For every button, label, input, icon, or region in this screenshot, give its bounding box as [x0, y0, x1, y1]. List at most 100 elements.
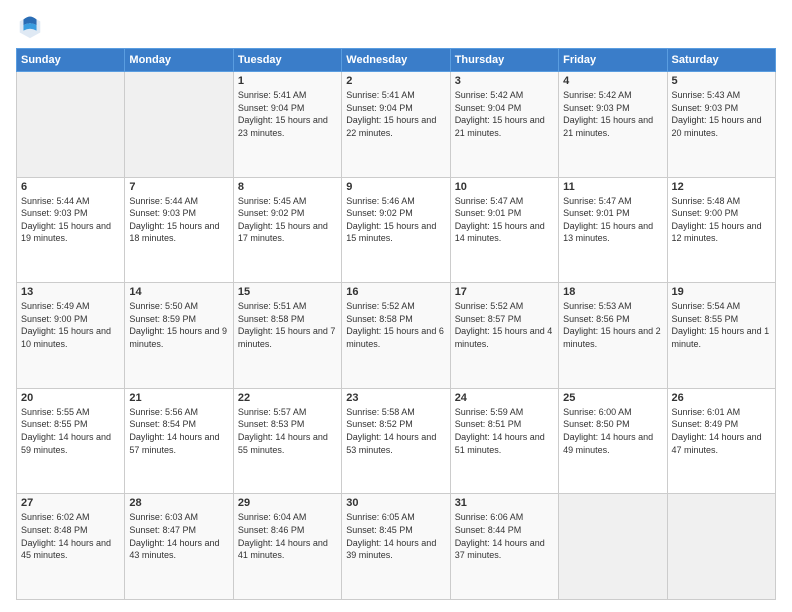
day-number: 6: [21, 181, 120, 193]
calendar-cell: 17Sunrise: 5:52 AMSunset: 8:57 PMDayligh…: [450, 283, 558, 389]
day-number: 14: [129, 286, 228, 298]
day-number: 3: [455, 75, 554, 87]
cell-info: Sunrise: 5:57 AMSunset: 8:53 PMDaylight:…: [238, 406, 337, 456]
day-number: 21: [129, 392, 228, 404]
day-number: 16: [346, 286, 445, 298]
day-number: 7: [129, 181, 228, 193]
cell-info: Sunrise: 5:48 AMSunset: 9:00 PMDaylight:…: [672, 195, 771, 245]
calendar-weekday-tuesday: Tuesday: [233, 49, 341, 72]
day-number: 30: [346, 497, 445, 509]
calendar-week-3: 13 Sunrise: 5:49 AMSunset: 9:00 PMDayligh…: [17, 283, 776, 389]
calendar-cell: [17, 72, 125, 178]
calendar-week-1: 1 Sunrise: 5:41 AMSunset: 9:04 PMDaylight…: [17, 72, 776, 178]
cell-info: Sunrise: 5:41 AMSunset: 9:04 PMDaylight:…: [238, 89, 337, 139]
cell-info: Sunrise: 6:02 AMSunset: 8:48 PMDaylight:…: [21, 511, 120, 561]
logo: [16, 12, 48, 40]
calendar-cell: 4Sunrise: 5:42 AMSunset: 9:03 PMDaylight…: [559, 72, 667, 178]
cell-info: Sunrise: 5:42 AMSunset: 9:03 PMDaylight:…: [563, 89, 662, 139]
calendar-weekday-friday: Friday: [559, 49, 667, 72]
calendar-weekday-wednesday: Wednesday: [342, 49, 450, 72]
calendar-cell: [667, 494, 775, 600]
day-number: 26: [672, 392, 771, 404]
calendar-cell: 16 Sunrise: 5:52 AMSunset: 8:58 PMDayligh…: [342, 283, 450, 389]
day-number: 25: [563, 392, 662, 404]
cell-info: Sunrise: 5:42 AMSunset: 9:04 PMDaylight:…: [455, 89, 554, 139]
day-number: 17: [455, 286, 554, 298]
cell-info: Sunrise: 6:05 AMSunset: 8:45 PMDaylight:…: [346, 511, 445, 561]
cell-info: Sunrise: 5:49 AMSunset: 9:00 PMDaylight:…: [21, 300, 120, 350]
calendar-cell: 10 Sunrise: 5:47 AMSunset: 9:01 PMDayligh…: [450, 177, 558, 283]
calendar-weekday-saturday: Saturday: [667, 49, 775, 72]
calendar-week-2: 6 Sunrise: 5:44 AMSunset: 9:03 PMDaylight…: [17, 177, 776, 283]
day-number: 19: [672, 286, 771, 298]
day-number: 13: [21, 286, 120, 298]
calendar-cell: 26 Sunrise: 6:01 AMSunset: 8:49 PMDayligh…: [667, 388, 775, 494]
calendar-cell: 30 Sunrise: 6:05 AMSunset: 8:45 PMDayligh…: [342, 494, 450, 600]
calendar-cell: 12Sunrise: 5:48 AMSunset: 9:00 PMDayligh…: [667, 177, 775, 283]
calendar-cell: 5Sunrise: 5:43 AMSunset: 9:03 PMDaylight…: [667, 72, 775, 178]
cell-info: Sunrise: 5:44 AMSunset: 9:03 PMDaylight:…: [21, 195, 120, 245]
day-number: 9: [346, 181, 445, 193]
cell-info: Sunrise: 5:59 AMSunset: 8:51 PMDaylight:…: [455, 406, 554, 456]
calendar-week-5: 27 Sunrise: 6:02 AMSunset: 8:48 PMDayligh…: [17, 494, 776, 600]
day-number: 18: [563, 286, 662, 298]
calendar-cell: 7Sunrise: 5:44 AMSunset: 9:03 PMDaylight…: [125, 177, 233, 283]
cell-info: Sunrise: 6:06 AMSunset: 8:44 PMDaylight:…: [455, 511, 554, 561]
day-number: 11: [563, 181, 662, 193]
calendar-weekday-thursday: Thursday: [450, 49, 558, 72]
day-number: 10: [455, 181, 554, 193]
cell-info: Sunrise: 5:47 AMSunset: 9:01 PMDaylight:…: [563, 195, 662, 245]
calendar-cell: 14 Sunrise: 5:50 AMSunset: 8:59 PMDayligh…: [125, 283, 233, 389]
calendar-cell: [559, 494, 667, 600]
cell-info: Sunrise: 5:58 AMSunset: 8:52 PMDaylight:…: [346, 406, 445, 456]
day-number: 8: [238, 181, 337, 193]
header: [16, 12, 776, 40]
calendar-cell: 24 Sunrise: 5:59 AMSunset: 8:51 PMDayligh…: [450, 388, 558, 494]
cell-info: Sunrise: 5:56 AMSunset: 8:54 PMDaylight:…: [129, 406, 228, 456]
cell-info: Sunrise: 5:50 AMSunset: 8:59 PMDaylight:…: [129, 300, 228, 350]
day-number: 27: [21, 497, 120, 509]
day-number: 24: [455, 392, 554, 404]
day-number: 1: [238, 75, 337, 87]
calendar-cell: 31Sunrise: 6:06 AMSunset: 8:44 PMDayligh…: [450, 494, 558, 600]
cell-info: Sunrise: 5:47 AMSunset: 9:01 PMDaylight:…: [455, 195, 554, 245]
calendar-cell: 23 Sunrise: 5:58 AMSunset: 8:52 PMDayligh…: [342, 388, 450, 494]
page: SundayMondayTuesdayWednesdayThursdayFrid…: [0, 0, 792, 612]
day-number: 2: [346, 75, 445, 87]
calendar-cell: 22 Sunrise: 5:57 AMSunset: 8:53 PMDayligh…: [233, 388, 341, 494]
calendar-cell: 20 Sunrise: 5:55 AMSunset: 8:55 PMDayligh…: [17, 388, 125, 494]
cell-info: Sunrise: 5:51 AMSunset: 8:58 PMDaylight:…: [238, 300, 337, 350]
calendar-cell: 1 Sunrise: 5:41 AMSunset: 9:04 PMDaylight…: [233, 72, 341, 178]
calendar-cell: 15 Sunrise: 5:51 AMSunset: 8:58 PMDayligh…: [233, 283, 341, 389]
calendar-cell: 11 Sunrise: 5:47 AMSunset: 9:01 PMDayligh…: [559, 177, 667, 283]
day-number: 20: [21, 392, 120, 404]
day-number: 23: [346, 392, 445, 404]
calendar-week-4: 20 Sunrise: 5:55 AMSunset: 8:55 PMDayligh…: [17, 388, 776, 494]
day-number: 15: [238, 286, 337, 298]
cell-info: Sunrise: 6:01 AMSunset: 8:49 PMDaylight:…: [672, 406, 771, 456]
calendar-cell: 9 Sunrise: 5:46 AMSunset: 9:02 PMDaylight…: [342, 177, 450, 283]
calendar-cell: 29 Sunrise: 6:04 AMSunset: 8:46 PMDayligh…: [233, 494, 341, 600]
calendar-header-row: SundayMondayTuesdayWednesdayThursdayFrid…: [17, 49, 776, 72]
cell-info: Sunrise: 5:53 AMSunset: 8:56 PMDaylight:…: [563, 300, 662, 350]
logo-icon: [16, 12, 44, 40]
calendar-cell: 28Sunrise: 6:03 AMSunset: 8:47 PMDayligh…: [125, 494, 233, 600]
calendar-weekday-monday: Monday: [125, 49, 233, 72]
cell-info: Sunrise: 6:04 AMSunset: 8:46 PMDaylight:…: [238, 511, 337, 561]
calendar-cell: 21 Sunrise: 5:56 AMSunset: 8:54 PMDayligh…: [125, 388, 233, 494]
cell-info: Sunrise: 5:45 AMSunset: 9:02 PMDaylight:…: [238, 195, 337, 245]
day-number: 29: [238, 497, 337, 509]
cell-info: Sunrise: 5:55 AMSunset: 8:55 PMDaylight:…: [21, 406, 120, 456]
calendar-cell: 3 Sunrise: 5:42 AMSunset: 9:04 PMDaylight…: [450, 72, 558, 178]
cell-info: Sunrise: 6:00 AMSunset: 8:50 PMDaylight:…: [563, 406, 662, 456]
calendar-cell: 18 Sunrise: 5:53 AMSunset: 8:56 PMDayligh…: [559, 283, 667, 389]
calendar-cell: 6 Sunrise: 5:44 AMSunset: 9:03 PMDaylight…: [17, 177, 125, 283]
calendar-table: SundayMondayTuesdayWednesdayThursdayFrid…: [16, 48, 776, 600]
cell-info: Sunrise: 5:46 AMSunset: 9:02 PMDaylight:…: [346, 195, 445, 245]
calendar-weekday-sunday: Sunday: [17, 49, 125, 72]
day-number: 22: [238, 392, 337, 404]
cell-info: Sunrise: 5:52 AMSunset: 8:58 PMDaylight:…: [346, 300, 445, 350]
day-number: 5: [672, 75, 771, 87]
calendar-cell: [125, 72, 233, 178]
calendar-cell: 19Sunrise: 5:54 AMSunset: 8:55 PMDayligh…: [667, 283, 775, 389]
